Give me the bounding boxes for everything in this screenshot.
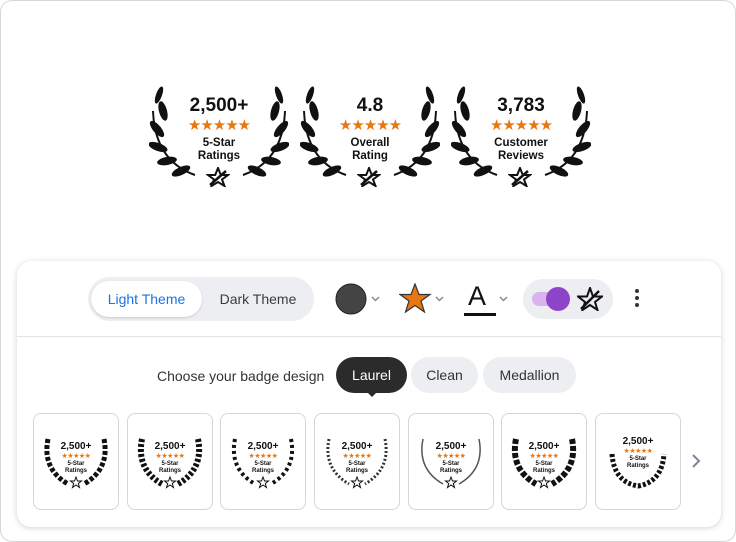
preview-badge: 4.8 ★★★★★ Overall Rating [300,81,440,193]
badge-color-picker[interactable] [335,283,383,315]
badge-label-line1: Customer [494,137,548,149]
thumb-stars: ★★★★★ [61,453,91,460]
star-logo-icon [577,287,603,311]
text-color-underline [464,313,496,316]
thumb-stars: ★★★★★ [529,453,559,460]
thumb-label-line1: 5-Star [535,461,553,467]
thumb-label: 5-Star Ratings [34,461,118,475]
design-prompt: Choose your badge design [157,368,325,384]
thumb-label: 5-Star Ratings [502,461,586,475]
badge-label: 5-Star Ratings [149,137,289,163]
thumb-stars: ★★★★★ [155,453,185,460]
badge-label-line2: Rating [352,150,388,162]
thumb-label-line2: Ratings [532,468,555,474]
thumb-label-line2: Ratings [64,468,87,474]
toolbar: Light Theme Dark Theme A [17,261,721,337]
text-color-glyph: A [468,281,487,311]
thumb-stars: ★★★★★ [436,453,466,460]
thumb-label-line1: 5-Star [161,461,179,467]
thumb-number: 2,500+ [154,441,186,452]
more-vert-icon [627,289,647,307]
theme-toggle: Light Theme Dark Theme [88,277,314,321]
thumb-number: 2,500+ [528,441,560,452]
preview-badge: 3,783 ★★★★★ Customer Reviews [451,81,591,193]
design-thumbnail[interactable]: 2,500+ ★★★★★ 5-Star Ratings [127,413,213,510]
chevron-right-icon[interactable] [689,453,703,469]
design-thumbnail[interactable]: 2,500+ ★★★★★ 5-Star Ratings [595,413,681,510]
thumb-label-line2: Ratings [626,463,649,469]
thumb-stars: ★★★★★ [342,453,372,460]
star-color-picker[interactable] [398,282,447,315]
thumb-stars: ★★★★★ [623,448,653,455]
thumb-stars: ★★★★★ [248,453,278,460]
color-swatch-icon [335,283,380,315]
thumb-label-line1: 5-Star [67,461,85,467]
thumb-label: 5-Star Ratings [221,461,305,475]
thumb-label: 5-Star Ratings [409,461,493,475]
badge-preview: 2,500+ ★★★★★ 5-Star Ratings 4.8 ★★★★★ Ov… [1,81,736,196]
thumb-number: 2,500+ [341,441,373,452]
thumb-label-line2: Ratings [439,468,462,474]
thumb-label-line1: 5-Star [348,461,366,467]
thumb-label: 5-Star Ratings [315,461,399,475]
design-thumbnails: 2,500+ ★★★★★ 5-Star Ratings 2,500+ ★★★★★ … [17,413,721,511]
star-logo-icon [508,167,532,187]
thumb-number: 2,500+ [247,441,279,452]
design-thumbnail[interactable]: 2,500+ ★★★★★ 5-Star Ratings [220,413,306,510]
thumb-label: 5-Star Ratings [128,461,212,475]
badge-number: 2,500+ [189,95,249,116]
badge-label: Overall Rating [300,137,440,163]
app-frame: 2,500+ ★★★★★ 5-Star Ratings 4.8 ★★★★★ Ov… [0,0,736,542]
star-icon [398,282,444,314]
thumb-label-line1: 5-Star [629,456,647,462]
thumb-label: 5-Star Ratings [596,456,680,470]
badge-number: 3,783 [497,95,545,116]
badge-settings-panel: Light Theme Dark Theme A Choose your bad… [17,261,721,527]
badge-stars: ★★★★★ [489,117,553,134]
thumb-label-line2: Ratings [345,468,368,474]
design-option-clean[interactable]: Clean [411,357,478,393]
badge-label-line2: Ratings [197,150,241,162]
badge-label: Customer Reviews [451,137,591,163]
dark-theme-button[interactable]: Dark Theme [205,281,311,317]
design-thumbnail[interactable]: 2,500+ ★★★★★ 5-Star Ratings [314,413,400,510]
light-theme-button[interactable]: Light Theme [91,281,202,317]
thumb-label-line1: 5-Star [254,461,272,467]
badge-label-line2: Reviews [497,150,545,162]
thumb-number: 2,500+ [435,441,467,452]
badge-number: 4.8 [356,95,384,116]
star-logo-icon [206,167,230,187]
design-thumbnail[interactable]: 2,500+ ★★★★★ 5-Star Ratings [501,413,587,510]
thumb-label-line2: Ratings [158,468,181,474]
design-thumbnail[interactable]: 2,500+ ★★★★★ 5-Star Ratings [33,413,119,510]
badge-stars: ★★★★★ [187,117,251,134]
thumb-label-line2: Ratings [251,468,274,474]
badge-label-line1: 5-Star [202,137,236,149]
thumb-number: 2,500+ [60,441,92,452]
thumb-number: 2,500+ [622,436,654,447]
design-thumbnail[interactable]: 2,500+ ★★★★★ 5-Star Ratings [408,413,494,510]
badge-stars: ★★★★★ [338,117,402,134]
preview-badge: 2,500+ ★★★★★ 5-Star Ratings [149,81,289,193]
badge-label-line1: Overall [350,137,390,149]
thumb-label-line1: 5-Star [442,461,460,467]
switch-knob [546,287,570,311]
star-logo-icon [357,167,381,187]
logo-toggle[interactable] [523,279,613,319]
design-option-medallion[interactable]: Medallion [483,357,576,393]
more-options-button[interactable] [627,287,647,311]
design-option-laurel[interactable]: Laurel [336,357,407,397]
